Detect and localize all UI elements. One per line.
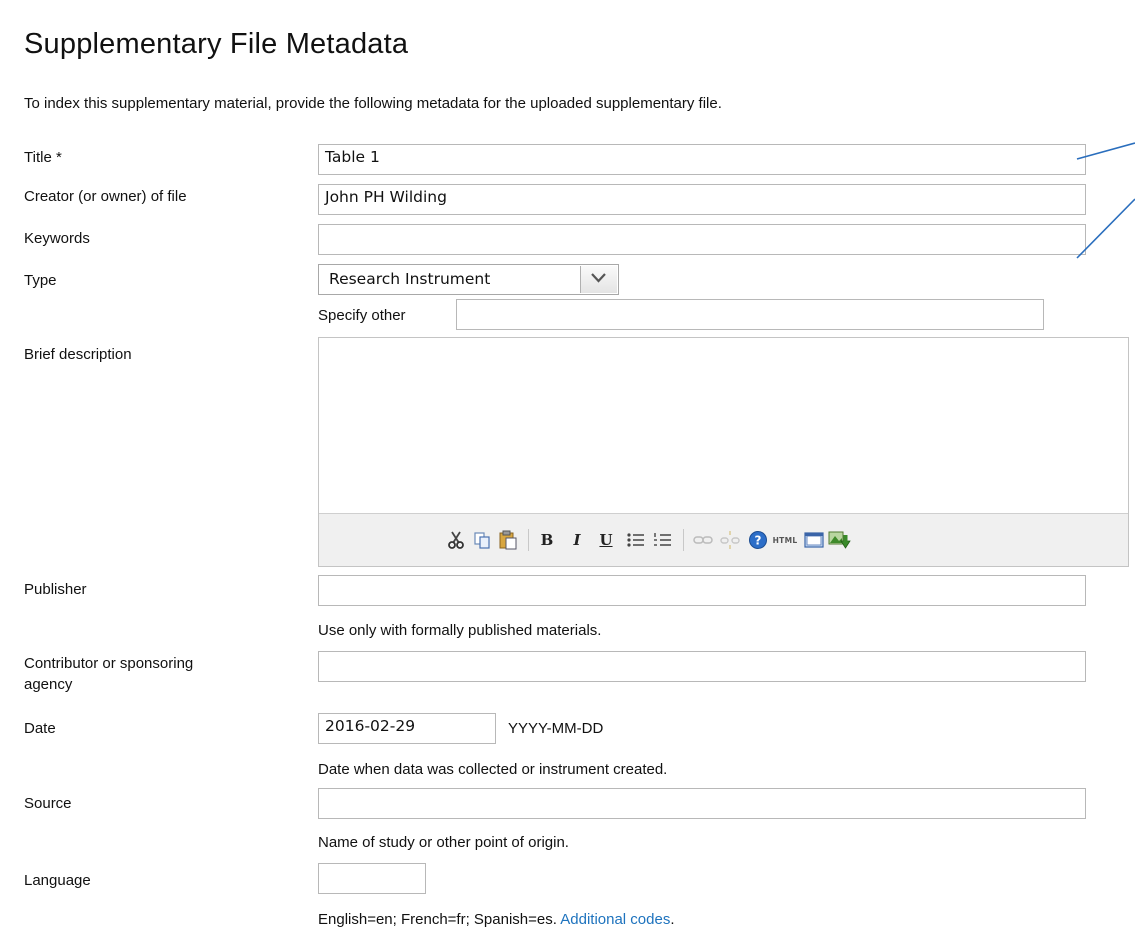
source-label: Source (24, 795, 72, 812)
publisher-input[interactable] (318, 575, 1086, 606)
specify-other-input[interactable] (456, 299, 1044, 330)
help-icon[interactable]: ? (747, 530, 769, 550)
unlink-icon[interactable] (719, 530, 741, 550)
toolbar-separator (528, 529, 529, 551)
numbered-list-icon[interactable] (652, 530, 674, 550)
additional-codes-link[interactable]: Additional codes (560, 911, 670, 928)
fullscreen-icon[interactable] (803, 530, 825, 550)
keywords-label: Keywords (24, 230, 90, 247)
annotation-arrows (1076, 142, 1135, 259)
type-select[interactable]: Research Instrument (318, 264, 619, 295)
insert-image-icon[interactable] (828, 530, 852, 550)
keywords-input[interactable] (318, 224, 1086, 255)
contributor-label-line1: Contributor or sponsoring (24, 655, 194, 672)
source-input[interactable] (318, 788, 1086, 819)
description-editor[interactable]: B I U ? HTML (318, 337, 1129, 567)
toolbar-separator (683, 529, 684, 551)
svg-text:?: ? (755, 534, 762, 548)
chevron-down-icon[interactable] (580, 266, 617, 293)
source-help: Name of study or other point of origin. (318, 834, 569, 851)
type-label: Type (24, 272, 57, 289)
creator-input[interactable]: John PH Wilding (318, 184, 1086, 215)
language-help-end: . (670, 911, 675, 928)
date-help: Date when data was collected or instrume… (318, 761, 668, 778)
title-input[interactable]: Table 1 (318, 144, 1086, 175)
language-label: Language (24, 872, 91, 889)
date-label: Date (24, 720, 56, 737)
contributor-label: Contributor or sponsoring agency (24, 653, 193, 695)
annotation-line-title (1076, 142, 1135, 160)
paste-icon[interactable] (497, 530, 519, 550)
contributor-input[interactable] (318, 651, 1086, 682)
title-label: Title * (24, 149, 62, 166)
bullet-list-icon[interactable] (625, 530, 647, 550)
underline-icon[interactable]: U (595, 530, 617, 550)
html-icon[interactable]: HTML (771, 530, 799, 550)
publisher-label: Publisher (24, 581, 87, 598)
language-help-text: English=en; French=fr; Spanish=es. (318, 911, 557, 928)
editor-toolbar: B I U ? HTML (319, 513, 1128, 566)
type-select-value: Research Instrument (329, 270, 491, 288)
cut-icon[interactable] (446, 530, 466, 550)
bold-icon[interactable]: B (536, 530, 558, 550)
language-help: English=en; French=fr; Spanish=es. Addit… (318, 910, 675, 930)
contributor-label-line2: agency (24, 676, 73, 693)
language-input[interactable] (318, 863, 426, 894)
specify-other-label: Specify other (318, 307, 406, 324)
publisher-help: Use only with formally published materia… (318, 622, 602, 639)
link-icon[interactable] (692, 530, 714, 550)
description-label: Brief description (24, 346, 132, 363)
date-format-hint: YYYY-MM-DD (508, 720, 604, 737)
annotation-line-keywords (1076, 198, 1135, 259)
date-input[interactable]: 2016-02-29 (318, 713, 496, 744)
intro-text: To index this supplementary material, pr… (24, 95, 722, 112)
copy-icon[interactable] (472, 530, 492, 550)
creator-label: Creator (or owner) of file (24, 188, 187, 205)
page-title: Supplementary File Metadata (24, 28, 409, 60)
italic-icon[interactable]: I (566, 530, 588, 550)
